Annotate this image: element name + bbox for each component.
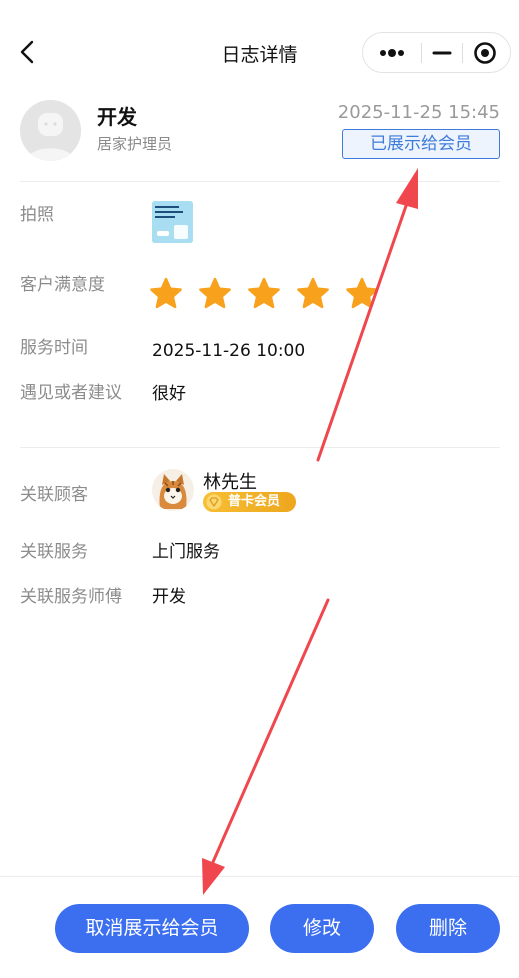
service-time-value: 2025-11-26 10:00 bbox=[152, 341, 306, 361]
suggestion-value: 很好 bbox=[152, 384, 186, 404]
related-service-label: 关联服务 bbox=[20, 542, 88, 562]
avatar bbox=[20, 100, 81, 161]
star-icon[interactable] bbox=[198, 277, 232, 311]
default-avatar-icon bbox=[20, 100, 81, 161]
satisfaction-label: 客户满意度 bbox=[20, 275, 105, 295]
delete-button[interactable]: 删除 bbox=[396, 904, 500, 953]
related-master-value: 开发 bbox=[152, 587, 186, 607]
bottom-bar-divider bbox=[0, 876, 519, 877]
status-badge: 已展示给会员 bbox=[342, 129, 500, 159]
minimize-button[interactable] bbox=[422, 33, 462, 73]
section-divider bbox=[20, 181, 500, 182]
diamond-icon bbox=[206, 494, 222, 510]
target-close-icon bbox=[474, 42, 496, 64]
cancel-show-to-member-button[interactable]: 取消展示给会员 bbox=[55, 904, 249, 953]
annotation-arrow-to-cancel-button bbox=[202, 598, 330, 895]
author-name: 开发 bbox=[97, 105, 137, 129]
more-dots-icon bbox=[380, 49, 404, 57]
member-tier-label: 普卡会员 bbox=[228, 494, 281, 509]
cat-avatar-image bbox=[152, 469, 194, 511]
photo-image bbox=[152, 201, 193, 243]
customer-name[interactable]: 林先生 bbox=[203, 468, 257, 494]
edit-button[interactable]: 修改 bbox=[270, 904, 374, 953]
photo-label: 拍照 bbox=[20, 205, 54, 225]
mini-program-capsule bbox=[362, 32, 511, 73]
related-service-value: 上门服务 bbox=[152, 542, 220, 562]
star-icon[interactable] bbox=[247, 277, 281, 311]
photo-thumbnail[interactable] bbox=[152, 201, 193, 243]
suggestion-label: 遇见或者建议 bbox=[20, 383, 122, 403]
service-time-label: 服务时间 bbox=[20, 338, 88, 358]
customer-avatar[interactable] bbox=[152, 469, 194, 511]
section-divider bbox=[20, 447, 500, 448]
close-button[interactable] bbox=[463, 33, 511, 73]
log-timestamp: 2025-11-25 15:45 bbox=[337, 102, 500, 123]
star-icon[interactable] bbox=[296, 277, 330, 311]
star-icon[interactable] bbox=[149, 277, 183, 311]
star-icon[interactable] bbox=[345, 277, 379, 311]
more-button[interactable] bbox=[363, 33, 421, 73]
annotation-arrow-to-badge bbox=[316, 168, 418, 462]
related-customer-label: 关联顾客 bbox=[20, 485, 88, 505]
minimize-icon bbox=[432, 51, 452, 55]
member-tier-badge: 普卡会员 bbox=[203, 492, 296, 512]
related-master-label: 关联服务师傅 bbox=[20, 587, 122, 607]
author-role: 居家护理员 bbox=[97, 135, 173, 153]
navigation-bar: 日志详情 bbox=[0, 0, 519, 100]
